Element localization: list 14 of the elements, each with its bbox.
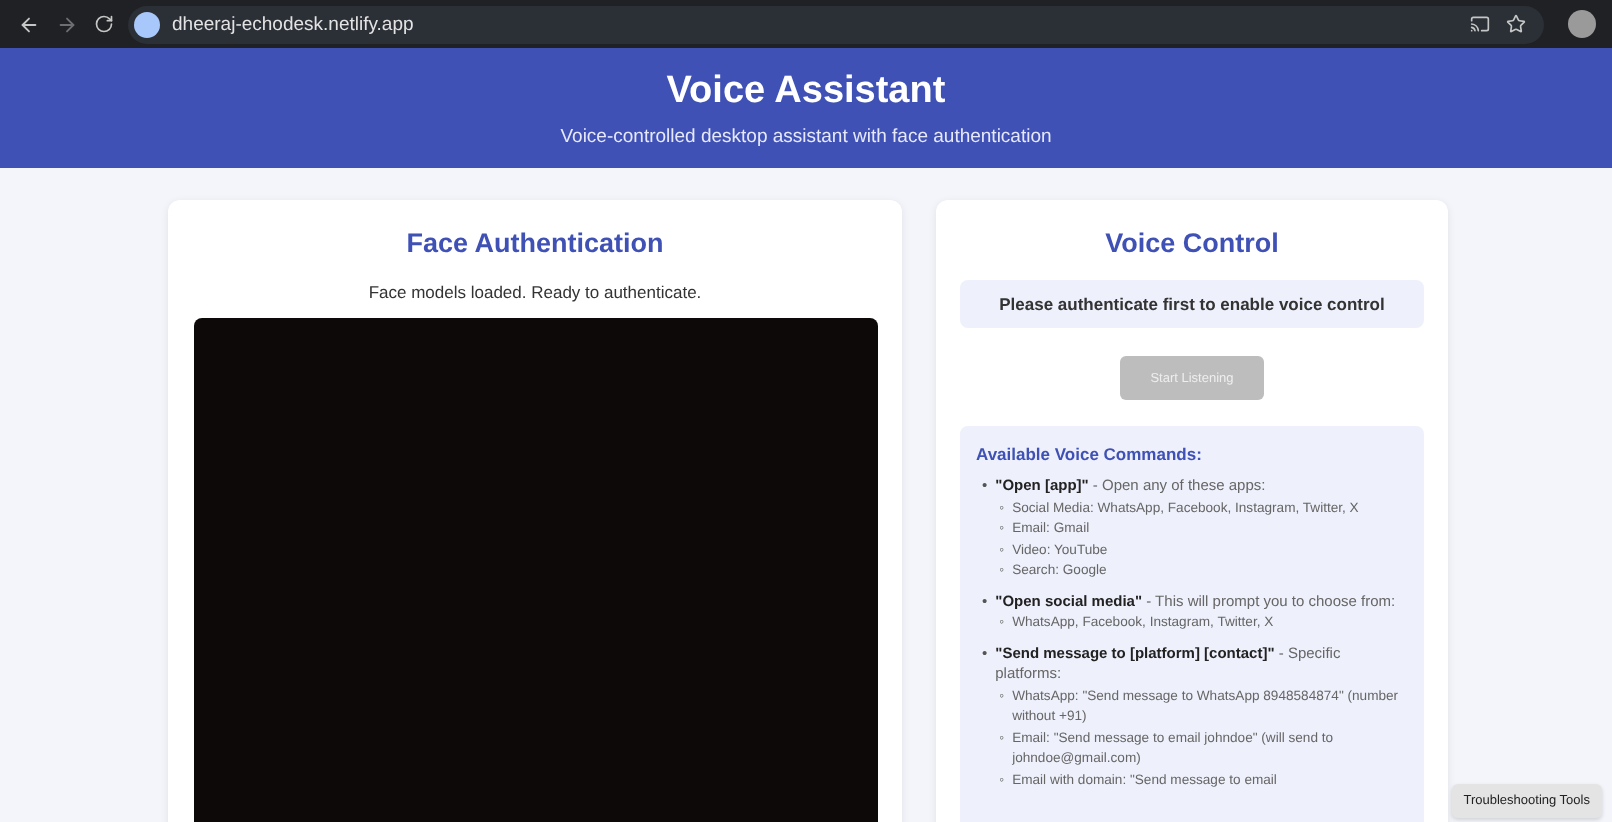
status-text: Face models loaded. Ready to authenticate. (368, 282, 702, 302)
site-icon (134, 11, 160, 37)
cast-icon[interactable] (1468, 12, 1492, 36)
commands-title: Available Voice Commands: (976, 444, 1204, 464)
star-icon[interactable] (1504, 12, 1528, 36)
card-title: Face Authentication (406, 228, 664, 258)
card-title: Voice Control (1105, 228, 1279, 258)
avatar-icon[interactable] (1568, 10, 1596, 38)
address-bar[interactable]: dheeraj-echodesk.netlify.app (128, 5, 1544, 43)
page-title: Voice Assistant (666, 69, 946, 113)
page-subtitle: Voice-controlled desktop assistant with face authentication (560, 125, 1052, 147)
notice-text: Please authenticate first to enable voice control (960, 280, 1424, 328)
url-text: dheeraj-echodesk.netlify.app (172, 13, 416, 35)
reload-icon[interactable] (92, 12, 116, 36)
